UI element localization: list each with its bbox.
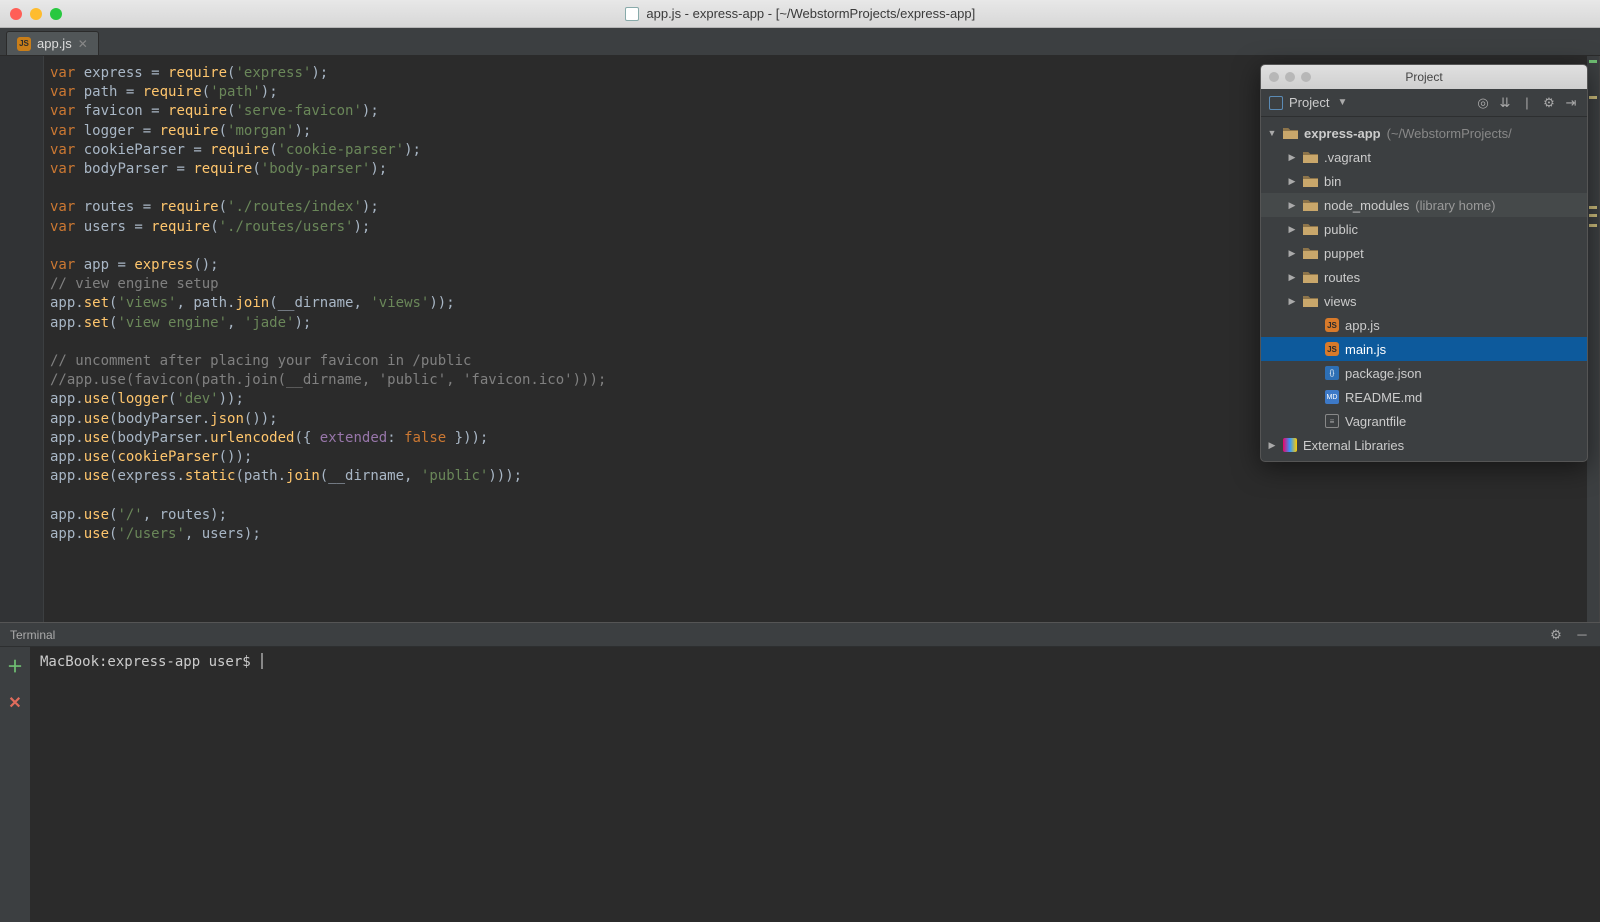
disclosure-triangle-icon[interactable]: ▼ — [1267, 128, 1277, 138]
folder-routes[interactable]: ▶routes — [1261, 265, 1587, 289]
disclosure-triangle-icon[interactable]: ▶ — [1287, 152, 1297, 163]
minimize-window-button[interactable] — [30, 8, 42, 20]
file-type-icon — [625, 7, 639, 21]
folder-icon — [1283, 127, 1298, 140]
close-session-button[interactable]: ✕ — [8, 693, 21, 713]
folder-icon — [1303, 175, 1318, 188]
markdown-file-icon: MD — [1325, 390, 1339, 404]
minimize-panel-icon[interactable]: ─ — [1574, 627, 1590, 643]
code-line[interactable]: app.use(express.static(path.join(__dirna… — [50, 467, 1599, 486]
folder-public[interactable]: ▶public — [1261, 217, 1587, 241]
project-view-label: Project — [1289, 95, 1329, 110]
folder-.vagrant[interactable]: ▶.vagrant — [1261, 145, 1587, 169]
disclosure-triangle-icon[interactable]: ▶ — [1287, 296, 1297, 307]
window-title: app.js - express-app - [~/WebstormProjec… — [0, 6, 1600, 21]
folder-bin[interactable]: ▶bin — [1261, 169, 1587, 193]
terminal-content[interactable]: MacBook:express-app user$ — [30, 647, 1600, 922]
code-line[interactable]: app.use('/users', users); — [50, 525, 1599, 544]
terminal-header: Terminal ⚙ ─ — [0, 623, 1600, 647]
folder-icon — [1303, 223, 1318, 236]
folder-icon — [1303, 247, 1318, 260]
disclosure-triangle-icon[interactable]: ▶ — [1287, 176, 1297, 187]
window-titlebar: app.js - express-app - [~/WebstormProjec… — [0, 0, 1600, 28]
terminal-prompt: MacBook:express-app user$ — [40, 654, 259, 670]
locate-icon[interactable]: ◎ — [1475, 95, 1491, 111]
editor-tab-bar: JS app.js ✕ — [0, 28, 1600, 56]
file-app.js[interactable]: JSapp.js — [1261, 313, 1587, 337]
js-file-icon: JS — [1325, 342, 1339, 356]
project-scope-icon — [1269, 96, 1283, 110]
project-minimize-button[interactable] — [1285, 72, 1295, 82]
folder-node_modules[interactable]: ▶node_modules (library home) — [1261, 193, 1587, 217]
code-line[interactable] — [50, 486, 1599, 505]
editor-tab-appjs[interactable]: JS app.js ✕ — [6, 31, 99, 55]
collapse-all-icon[interactable]: ⇊ — [1497, 95, 1513, 111]
editor-gutter — [0, 56, 44, 622]
folder-views[interactable]: ▶views — [1261, 289, 1587, 313]
window-traffic-lights — [0, 8, 62, 20]
chevron-down-icon: ▼ — [1337, 97, 1347, 108]
file-package.json[interactable]: {}package.json — [1261, 361, 1587, 385]
file-main.js[interactable]: JSmain.js — [1261, 337, 1587, 361]
folder-icon — [1303, 271, 1318, 284]
divider: | — [1519, 95, 1535, 111]
terminal-tab-label[interactable]: Terminal — [10, 628, 55, 642]
disclosure-triangle-icon[interactable]: ▶ — [1287, 224, 1297, 235]
window-title-text: app.js - express-app - [~/WebstormProjec… — [646, 6, 975, 21]
folder-icon — [1303, 199, 1318, 212]
terminal-gutter: ＋ ✕ — [0, 647, 30, 922]
project-tool-window[interactable]: Project Project ▼ ◎ ⇊ | ⚙ ⇥ ▼express-app… — [1260, 64, 1588, 462]
code-line[interactable]: app.use('/', routes); — [50, 506, 1599, 525]
generic-file-icon: ≡ — [1325, 414, 1339, 428]
gear-icon[interactable]: ⚙ — [1548, 627, 1564, 643]
project-tree[interactable]: ▼express-app (~/WebstormProjects/▶.vagra… — [1261, 117, 1587, 461]
disclosure-triangle-icon[interactable]: ▶ — [1287, 200, 1297, 211]
project-window-traffic-lights — [1269, 72, 1311, 82]
folder-icon — [1303, 151, 1318, 164]
project-view-dropdown[interactable]: Project ▼ — [1269, 95, 1347, 110]
file-Vagrantfile[interactable]: ≡Vagrantfile — [1261, 409, 1587, 433]
js-file-icon: JS — [17, 37, 31, 51]
disclosure-triangle-icon[interactable]: ▶ — [1287, 248, 1297, 259]
folder-icon — [1303, 295, 1318, 308]
disclosure-triangle-icon[interactable]: ▶ — [1267, 440, 1277, 451]
terminal-cursor — [261, 653, 263, 669]
terminal-body: ＋ ✕ MacBook:express-app user$ — [0, 647, 1600, 922]
close-window-button[interactable] — [10, 8, 22, 20]
project-close-button[interactable] — [1269, 72, 1279, 82]
file-README.md[interactable]: MDREADME.md — [1261, 385, 1587, 409]
project-toolbar: Project ▼ ◎ ⇊ | ⚙ ⇥ — [1261, 89, 1587, 117]
project-window-titlebar[interactable]: Project — [1261, 65, 1587, 89]
new-session-button[interactable]: ＋ — [7, 653, 23, 677]
js-file-icon: JS — [1325, 318, 1339, 332]
disclosure-triangle-icon[interactable]: ▶ — [1287, 272, 1297, 283]
project-zoom-button[interactable] — [1301, 72, 1311, 82]
libraries-icon — [1283, 438, 1297, 452]
project-root-node[interactable]: ▼express-app (~/WebstormProjects/ — [1261, 121, 1587, 145]
editor-error-stripe[interactable] — [1587, 56, 1599, 622]
json-file-icon: {} — [1325, 366, 1339, 380]
terminal-tool-window: Terminal ⚙ ─ ＋ ✕ MacBook:express-app use… — [0, 622, 1600, 922]
close-tab-icon[interactable]: ✕ — [78, 37, 88, 51]
maximize-window-button[interactable] — [50, 8, 62, 20]
tab-label: app.js — [37, 36, 72, 51]
folder-puppet[interactable]: ▶puppet — [1261, 241, 1587, 265]
external-libraries-node[interactable]: ▶External Libraries — [1261, 433, 1587, 457]
hide-panel-icon[interactable]: ⇥ — [1563, 95, 1579, 111]
gear-icon[interactable]: ⚙ — [1541, 95, 1557, 111]
project-window-title: Project — [1405, 70, 1442, 84]
